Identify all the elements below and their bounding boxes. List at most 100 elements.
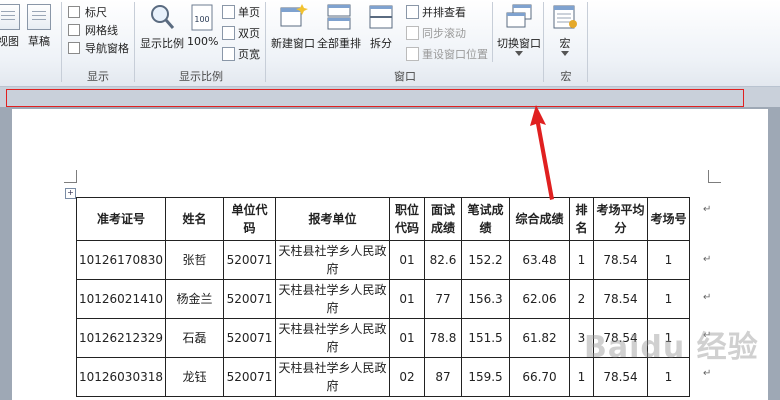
switch-windows-icon xyxy=(506,4,532,28)
one-page-button[interactable]: 单页 xyxy=(222,4,260,20)
draft-icon xyxy=(27,4,51,30)
table-header-row: 准考证号 姓名 单位代码 报考单位 职位代码 面试成绩 笔试成绩 综合成绩 排名… xyxy=(76,197,690,241)
new-window-label: 新建窗口 xyxy=(271,37,315,50)
cell-total[interactable]: 63.48 xyxy=(509,240,570,280)
draft-button-label: 草稿 xyxy=(28,35,50,48)
arrange-all-icon xyxy=(327,4,351,30)
cell-exam-id[interactable]: 10126212329 xyxy=(76,318,166,358)
row-end-mark: ↵ xyxy=(703,254,712,265)
watermark: Baidu 经验 xyxy=(584,330,759,365)
magnifier-icon xyxy=(151,5,175,29)
cell-unit-code[interactable]: 520071 xyxy=(223,318,276,358)
cell-written[interactable]: 152.2 xyxy=(461,240,510,280)
sync-scroll-button[interactable]: 同步滚动 xyxy=(406,25,466,41)
new-window-button[interactable]: 新建窗口 xyxy=(271,2,315,51)
cell-name[interactable]: 龙钰 xyxy=(165,357,224,397)
cell-unit-code[interactable]: 520071 xyxy=(223,357,276,397)
two-pages-button[interactable]: 双页 xyxy=(222,25,260,41)
cell-average[interactable]: 78.54 xyxy=(593,240,648,280)
nav-pane-label: 导航窗格 xyxy=(85,42,129,55)
cell-average[interactable]: 78.54 xyxy=(593,279,648,319)
zoom-100-label: 100% xyxy=(187,35,219,48)
row-end-mark: ↵ xyxy=(703,204,712,215)
cell-written[interactable]: 151.5 xyxy=(461,318,510,358)
checkbox-box xyxy=(68,6,80,18)
nav-pane-checkbox[interactable]: 导航窗格 xyxy=(68,40,129,56)
chevron-down-icon xyxy=(561,51,569,56)
cell-position-code[interactable]: 01 xyxy=(389,279,425,319)
cell-rank[interactable]: 1 xyxy=(569,240,594,280)
ruler-checkbox[interactable]: 标尺 xyxy=(68,4,107,20)
zoom-label: 显示比例 xyxy=(140,37,184,50)
score-table: 准考证号 姓名 单位代码 报考单位 职位代码 面试成绩 笔试成绩 综合成绩 排名… xyxy=(76,197,690,397)
group-separator xyxy=(492,2,493,62)
cell-written[interactable]: 159.5 xyxy=(461,357,510,397)
cell-rank[interactable]: 2 xyxy=(569,279,594,319)
cell-position-code[interactable]: 02 xyxy=(389,357,425,397)
page-view-icon xyxy=(0,4,20,30)
margin-corner-mark xyxy=(64,170,77,183)
header-cell: 排名 xyxy=(569,197,594,241)
switch-windows-button[interactable]: 切换窗口 xyxy=(497,2,541,57)
cell-interview[interactable]: 77 xyxy=(424,279,462,319)
header-cell: 笔试成绩 xyxy=(461,197,510,241)
cell-unit[interactable]: 天柱县社学乡人民政府 xyxy=(275,357,390,397)
arrange-all-label: 全部重排 xyxy=(317,37,361,50)
cell-name[interactable]: 石磊 xyxy=(165,318,224,358)
cell-exam-id[interactable]: 10126021410 xyxy=(76,279,166,319)
sync-scroll-label: 同步滚动 xyxy=(422,27,466,40)
header-cell: 考场平均分 xyxy=(593,197,648,241)
table-row: 10126170830 张哲 520071 天柱县社学乡人民政府 01 82.6… xyxy=(76,240,690,280)
switch-windows-label: 切换窗口 xyxy=(497,37,541,50)
macro-button[interactable]: 宏 xyxy=(551,2,579,57)
arrange-all-button[interactable]: 全部重排 xyxy=(317,2,361,51)
draft-button[interactable]: 草稿 xyxy=(27,4,51,49)
cell-total[interactable]: 62.06 xyxy=(509,279,570,319)
cell-unit[interactable]: 天柱县社学乡人民政府 xyxy=(275,240,390,280)
header-cell: 姓名 xyxy=(165,197,224,241)
view-button[interactable]: 视图 xyxy=(0,4,20,49)
cell-position-code[interactable]: 01 xyxy=(389,240,425,280)
split-button[interactable]: 拆分 xyxy=(366,2,396,51)
cell-unit-code[interactable]: 520071 xyxy=(223,240,276,280)
page-width-button[interactable]: 页宽 xyxy=(222,46,260,62)
table-row: 10126021410 杨金兰 520071 天柱县社学乡人民政府 01 77 … xyxy=(76,279,690,319)
cell-exam-id[interactable]: 10126030318 xyxy=(76,357,166,397)
cell-total[interactable]: 66.70 xyxy=(509,357,570,397)
gridlines-checkbox[interactable]: 网格线 xyxy=(68,22,118,38)
cell-room[interactable]: 1 xyxy=(647,240,690,280)
cell-interview[interactable]: 82.6 xyxy=(424,240,462,280)
table-move-handle[interactable]: + xyxy=(65,188,76,199)
reset-position-button[interactable]: 重设窗口位置 xyxy=(406,46,488,62)
two-pages-icon xyxy=(222,26,235,40)
cell-unit-code[interactable]: 520071 xyxy=(223,279,276,319)
view-button-label: 视图 xyxy=(0,35,19,48)
cell-interview[interactable]: 87 xyxy=(424,357,462,397)
sync-scroll-icon xyxy=(406,26,419,40)
cell-interview[interactable]: 78.8 xyxy=(424,318,462,358)
macro-icon xyxy=(553,5,577,29)
annotation-arrow-icon xyxy=(530,105,554,200)
reset-position-icon xyxy=(406,47,419,61)
cell-written[interactable]: 156.3 xyxy=(461,279,510,319)
new-window-icon xyxy=(280,4,308,27)
highlight-box xyxy=(6,89,744,107)
row-end-mark: ↵ xyxy=(703,292,712,303)
cell-position-code[interactable]: 01 xyxy=(389,318,425,358)
cell-room[interactable]: 1 xyxy=(647,279,690,319)
side-by-side-button[interactable]: 并排查看 xyxy=(406,4,466,20)
margin-corner-mark xyxy=(708,170,721,183)
cell-total[interactable]: 61.82 xyxy=(509,318,570,358)
zoom-100-button[interactable]: 100 100% xyxy=(187,4,218,48)
cell-name[interactable]: 杨金兰 xyxy=(165,279,224,319)
group-separator xyxy=(61,2,62,82)
macro-label: 宏 xyxy=(559,37,571,50)
split-icon xyxy=(369,5,393,29)
page-width-icon xyxy=(222,47,235,61)
cell-unit[interactable]: 天柱县社学乡人民政府 xyxy=(275,279,390,319)
cell-name[interactable]: 张哲 xyxy=(165,240,224,280)
cell-exam-id[interactable]: 10126170830 xyxy=(76,240,166,280)
header-cell: 职位代码 xyxy=(389,197,425,241)
cell-unit[interactable]: 天柱县社学乡人民政府 xyxy=(275,318,390,358)
zoom-button[interactable]: 显示比例 xyxy=(140,2,184,51)
